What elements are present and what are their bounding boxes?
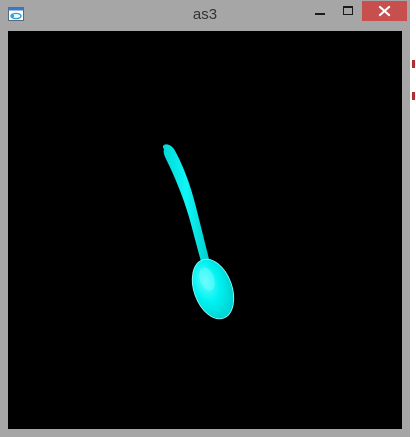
spoon-render bbox=[162, 144, 235, 320]
minimize-icon bbox=[315, 13, 325, 15]
title-bar[interactable]: as3 bbox=[0, 0, 410, 30]
close-icon bbox=[378, 5, 391, 17]
maximize-button[interactable] bbox=[334, 1, 362, 21]
background-edge bbox=[410, 0, 416, 437]
edge-mark bbox=[412, 92, 415, 100]
app-window: as3 bbox=[0, 0, 410, 437]
spoon-handle bbox=[162, 144, 210, 265]
edge-mark bbox=[412, 60, 415, 68]
maximize-icon bbox=[343, 6, 353, 15]
close-button[interactable] bbox=[362, 1, 407, 21]
spoon-bowl bbox=[191, 258, 235, 320]
render-viewport[interactable] bbox=[8, 31, 402, 429]
minimize-button[interactable] bbox=[306, 1, 334, 21]
